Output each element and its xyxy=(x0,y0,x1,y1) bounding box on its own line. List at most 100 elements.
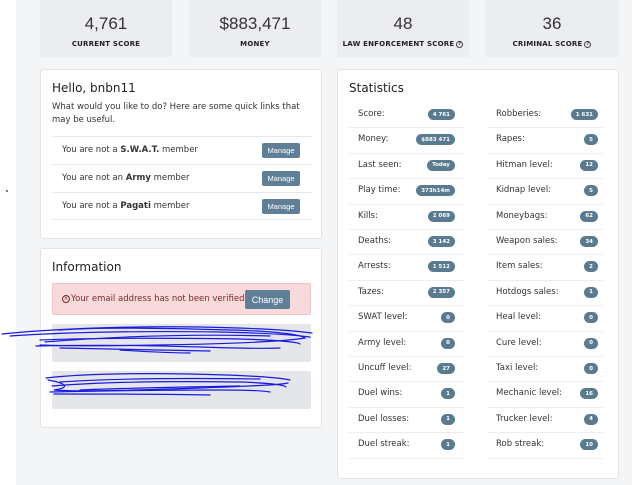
stat-badge: 0 xyxy=(584,312,598,324)
stat-label: Money: xyxy=(358,134,389,145)
stat-row-right: Mechanic level: 16 xyxy=(487,382,603,408)
stat-row-left: Kills: 2 069 xyxy=(349,205,465,230)
manage-army-button[interactable]: Manage xyxy=(262,171,300,186)
stat-badge: 2 357 xyxy=(427,286,455,298)
stat-row-left: Duel streak: 1 xyxy=(349,433,465,459)
membership-row-army: You are not an Army member Manage xyxy=(52,164,312,192)
help-icon[interactable]: ? xyxy=(456,40,464,48)
stat-row-right: Rob streak: 10 xyxy=(487,433,603,459)
stat-row-right: Rapes: 5 xyxy=(487,128,603,154)
stat-label: SWAT level: xyxy=(358,312,408,323)
stat-value: 36 xyxy=(542,14,562,33)
stat-label: Rapes: xyxy=(496,134,525,145)
stat-label: Item sales: xyxy=(496,261,543,272)
stray-dot xyxy=(6,190,8,192)
stat-row-left: Duel losses: 1 xyxy=(349,408,465,434)
stat-row-left: Arrests: 1 512 xyxy=(349,255,465,281)
stat-card-criminal-score: 36 CRIMINAL SCORE? xyxy=(486,0,618,57)
stat-badge: 0 xyxy=(441,312,455,324)
stat-label: CRIMINAL SCORE? xyxy=(512,40,592,48)
stat-label: Rob streak: xyxy=(496,439,545,450)
redaction-scribble xyxy=(1,326,313,354)
stat-label: Heal level: xyxy=(496,312,541,323)
stat-label: Robberies: xyxy=(496,109,542,119)
stat-badge: 34 xyxy=(580,236,598,247)
redaction-scribble xyxy=(45,373,291,396)
stat-badge: 16 xyxy=(580,388,598,400)
stat-row-left: Score: 4 761 xyxy=(349,103,465,129)
stat-badge: 373h14m xyxy=(416,185,455,197)
information-title: Information xyxy=(52,260,122,274)
stat-row-left: Duel wins: 1 xyxy=(349,382,465,408)
statistics-panel: Statistics Score: 4 761 Money: $883 471 Last… xyxy=(337,69,619,479)
stat-badge: 5 xyxy=(584,185,598,197)
stat-badge: 2 069 xyxy=(427,210,455,222)
stat-value: 48 xyxy=(393,14,413,33)
stat-label: MONEY xyxy=(240,40,270,48)
stat-card-money: $883,471 MONEY xyxy=(189,0,321,57)
stat-label: Arrests: xyxy=(358,261,391,272)
membership-text: You are not an Army member xyxy=(62,173,190,183)
manage-swat-button[interactable]: Manage xyxy=(262,143,300,158)
stat-row-right: Heal level: 0 xyxy=(487,306,603,332)
stat-label: Hitman level: xyxy=(496,159,553,170)
stat-row-right: Robberies: 1 631 xyxy=(487,103,603,129)
stat-badge: 1 xyxy=(441,413,455,425)
stat-badge: 3 142 xyxy=(427,236,455,247)
stat-value: $883,471 xyxy=(219,14,291,33)
stat-label: Hotdogs sales: xyxy=(496,286,559,297)
stat-label: Army level: xyxy=(358,337,407,348)
stat-card-current-score: 4,761 CURRENT SCORE xyxy=(40,0,172,57)
stat-row-left: Tazes: 2 357 xyxy=(349,281,465,307)
stat-row-left: Army level: 0 xyxy=(349,332,465,357)
stat-label: Trucker level: xyxy=(496,413,553,424)
stat-row-left: Uncuff level: 27 xyxy=(349,357,465,383)
stat-label: Taxi level: xyxy=(496,363,539,373)
stat-badge: 62 xyxy=(580,210,598,222)
change-email-button[interactable]: Change xyxy=(245,290,290,309)
stat-row-right: Kidnap level: 5 xyxy=(487,179,603,205)
stat-badge: 1 xyxy=(441,439,455,451)
stat-badge: 1 631 xyxy=(570,109,598,120)
membership-text: You are not a Pagati member xyxy=(62,201,190,211)
alert-message: Your email address has not been verified… xyxy=(71,294,248,304)
stat-label: Moneybags: xyxy=(496,210,548,221)
stat-row-right: Cure level: 0 xyxy=(487,332,603,357)
stat-badge: 4 xyxy=(584,413,598,425)
stat-row-left: Last seen: Today xyxy=(349,154,465,180)
stat-label: Duel losses: xyxy=(358,413,410,424)
stat-label: CURRENT SCORE xyxy=(71,40,141,48)
x-circle-icon: × xyxy=(62,295,70,303)
stat-label: Deaths: xyxy=(358,236,391,246)
stat-row-right: Taxi level: 0 xyxy=(487,357,603,383)
stat-row-right: Hotdogs sales: 1 xyxy=(487,281,603,307)
stat-badge: 1 512 xyxy=(427,261,455,273)
membership-text: You are not a S.W.A.T. member xyxy=(62,145,198,155)
stat-row-left: SWAT level: 0 xyxy=(349,306,465,332)
manage-pagati-button[interactable]: Manage xyxy=(262,199,300,214)
greeting-intro: What would you like to do? Here are some… xyxy=(52,102,300,125)
left-margin xyxy=(0,0,16,485)
stat-label: LAW ENFORCEMENT SCORE? xyxy=(342,40,464,48)
stat-value: 4,761 xyxy=(84,14,128,33)
stat-badge: 1 xyxy=(441,388,455,400)
stat-label: Last seen: xyxy=(358,159,402,170)
stat-label: Mechanic level: xyxy=(496,388,563,399)
membership-row-swat: You are not a S.W.A.T. member Manage xyxy=(52,136,312,164)
stat-badge: Today xyxy=(427,159,455,171)
stat-label: Weapon sales: xyxy=(496,236,558,246)
stat-row-right: Moneybags: 62 xyxy=(487,205,603,230)
stat-label: Score: xyxy=(358,109,385,119)
stat-row-left: Play time: 373h14m xyxy=(349,179,465,205)
quick-links-panel: Hello, bnbn11 What would you like to do?… xyxy=(40,69,322,239)
stat-badge: 0 xyxy=(584,363,598,374)
stat-label: Tazes: xyxy=(358,286,384,297)
stat-badge: 10 xyxy=(580,439,598,451)
stat-badge: 0 xyxy=(441,337,455,349)
stat-badge: 0 xyxy=(584,337,598,349)
stat-row-right: Trucker level: 4 xyxy=(487,408,603,434)
stat-label: Uncuff level: xyxy=(358,363,412,373)
stat-label: Duel wins: xyxy=(358,388,403,399)
stat-badge: 12 xyxy=(580,159,598,171)
help-icon[interactable]: ? xyxy=(584,40,592,48)
